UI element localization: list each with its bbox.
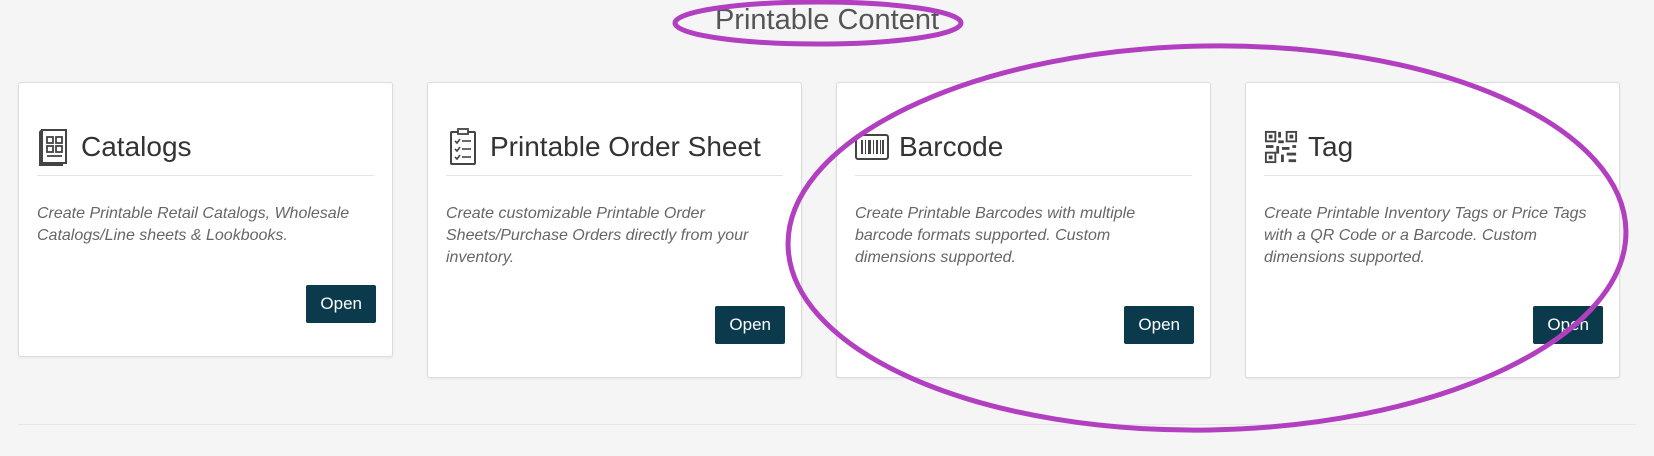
card-description: Create Printable Inventory Tags or Price…	[1264, 205, 1587, 266]
card-description: Create customizable Printable Order Shee…	[446, 205, 749, 266]
card-title: Barcode	[899, 131, 1004, 162]
barcode-card: Barcode Create Printable Barcodes with m…	[836, 82, 1211, 378]
card-header: Tag	[1264, 119, 1601, 176]
barcode-icon	[855, 128, 889, 166]
qr-code-icon	[1264, 128, 1298, 166]
catalogs-card: Catalogs Create Printable Retail Catalog…	[18, 82, 393, 357]
open-catalogs-button[interactable]: Open	[306, 285, 376, 323]
bottom-divider	[18, 424, 1636, 425]
order-sheet-icon	[446, 128, 480, 166]
card-header: Barcode	[855, 119, 1192, 176]
card-description: Create Printable Barcodes with multiple …	[855, 205, 1136, 266]
card-header: Printable Order Sheet	[446, 119, 783, 176]
card-header: Catalogs	[37, 119, 374, 176]
open-barcode-button[interactable]: Open	[1124, 306, 1194, 344]
open-order-sheet-button[interactable]: Open	[715, 306, 785, 344]
card-description: Create Printable Retail Catalogs, Wholes…	[37, 205, 350, 244]
card-title: Tag	[1308, 131, 1354, 162]
open-tag-button[interactable]: Open	[1533, 306, 1603, 344]
order-sheet-card: Printable Order Sheet Create customizabl…	[427, 82, 802, 378]
card-title: Catalogs	[81, 131, 192, 162]
card-title: Printable Order Sheet	[490, 131, 761, 162]
catalog-icon	[37, 128, 71, 166]
section-title: Printable Content	[714, 4, 940, 36]
tag-card: Tag Create Printable Inventory Tags or P…	[1245, 82, 1620, 378]
